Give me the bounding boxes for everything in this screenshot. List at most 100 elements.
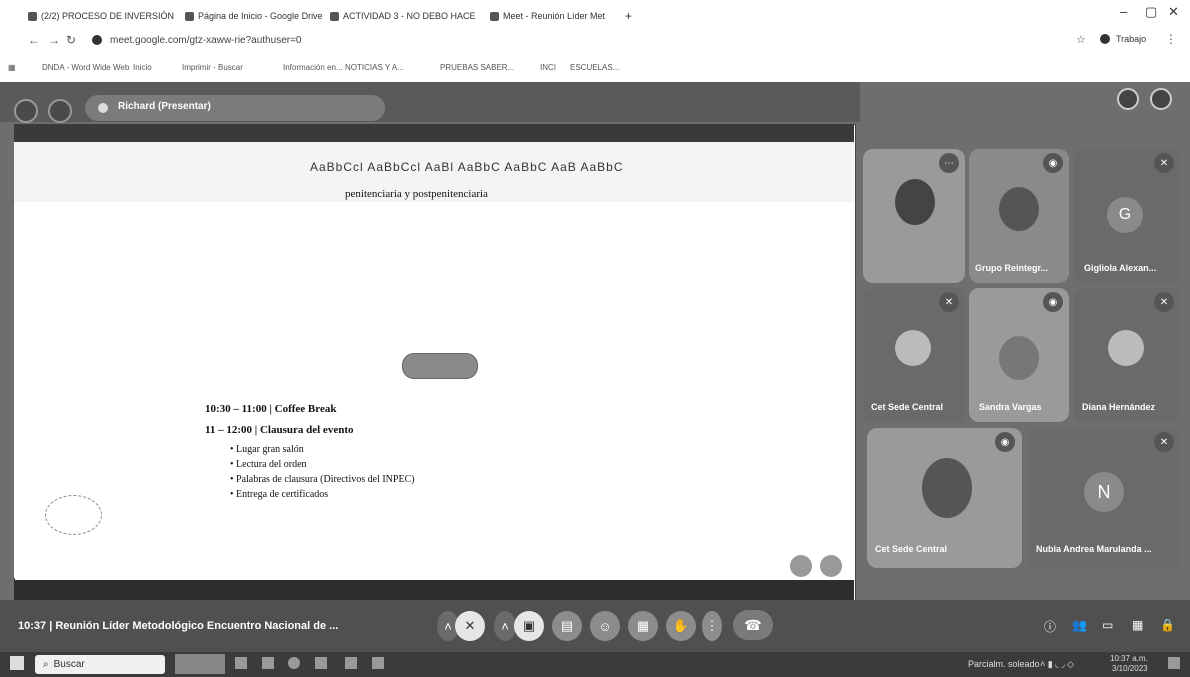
- expand-icon[interactable]: [820, 555, 842, 577]
- meeting-time: 10:37: [18, 620, 47, 632]
- reload-icon[interactable]: ↻: [66, 33, 76, 47]
- doc-top-line: penitenciaria y postpenitenciaria: [345, 188, 488, 200]
- browser-tab[interactable]: (2/2) PROCESO DE INVERSIÓN: [28, 8, 174, 24]
- maximize-icon[interactable]: ▢: [1145, 4, 1157, 20]
- activities-icon[interactable]: ▦: [1132, 618, 1143, 632]
- lock-icon[interactable]: 🔒: [1160, 618, 1175, 632]
- back-icon[interactable]: ←: [28, 33, 40, 47]
- drive-icon: [185, 11, 194, 21]
- menu-icon[interactable]: ⋮: [1165, 32, 1177, 46]
- pip-icon[interactable]: [48, 99, 72, 123]
- chat-icon[interactable]: ▭: [1102, 618, 1113, 632]
- notifications-icon[interactable]: [1168, 657, 1180, 669]
- bookmark-item[interactable]: ESCUELAS...: [570, 63, 619, 72]
- meet-icon: [490, 11, 499, 21]
- bookmark-item[interactable]: Imprimir - Buscar: [182, 63, 243, 72]
- mic-off-icon: ◉: [1043, 153, 1063, 173]
- close-icon[interactable]: ✕: [1168, 4, 1179, 20]
- mic-off-icon: ✕: [939, 292, 959, 312]
- mic-toggle-button[interactable]: ✕: [455, 611, 485, 641]
- participant-name: Gigliola Alexan...: [1084, 263, 1157, 273]
- ribbon-styles-gallery: AaBbCcl AaBbCcl AaBl AaBbC AaBbC AaB AaB…: [310, 160, 624, 174]
- present-button[interactable]: ▦: [628, 611, 658, 641]
- word-title-bar: [14, 124, 854, 142]
- participant-name: Sandra Vargas: [979, 402, 1042, 412]
- windows-start-icon[interactable]: [10, 656, 24, 670]
- participant-name: Cet Sede Central: [875, 544, 948, 554]
- tab-favicon-icon: [28, 11, 37, 21]
- participant-tile: ⋯: [863, 149, 965, 283]
- word-icon[interactable]: [345, 657, 357, 669]
- search-icon: ⌕: [43, 659, 49, 670]
- camera-options-icon[interactable]: ˄: [494, 611, 516, 641]
- mic-off-icon: ◉: [1043, 292, 1063, 312]
- shared-taskbar: [14, 580, 854, 600]
- zoom-icon[interactable]: [790, 555, 812, 577]
- search-input[interactable]: ⌕ Buscar: [35, 655, 165, 674]
- leave-call-button[interactable]: ☎: [733, 610, 773, 640]
- edit-icon[interactable]: [1117, 88, 1139, 110]
- taskview-icon[interactable]: [235, 657, 247, 669]
- file-explorer-icon[interactable]: [262, 657, 274, 669]
- profile-label[interactable]: Trabajo: [1116, 34, 1146, 44]
- participant-video: [999, 187, 1039, 231]
- participant-tile: ◉ Sandra Vargas: [969, 288, 1069, 422]
- stamp-logo: [45, 495, 102, 535]
- mic-off-icon: ◉: [995, 432, 1015, 452]
- avatar[interactable]: [1100, 34, 1110, 44]
- bookmark-item[interactable]: Información en...: [283, 63, 343, 72]
- participant-tile: ◉ Grupo Reintegr...: [969, 149, 1069, 283]
- participant-tile: ✕ Diana Hernández: [1074, 288, 1180, 422]
- browser-tab-active[interactable]: Meet - Reunión Líder Met: [490, 8, 605, 24]
- avatar: [1108, 330, 1144, 366]
- add-icon[interactable]: [1150, 88, 1172, 110]
- clock-time: 10:37 a.m.: [1110, 654, 1148, 663]
- info-icon[interactable]: ⓘ: [1044, 618, 1056, 635]
- participant-video: [895, 179, 935, 225]
- avatar: G: [1107, 197, 1143, 233]
- apps-grid-icon[interactable]: ▦: [8, 63, 16, 72]
- site-info-icon[interactable]: [92, 35, 102, 45]
- bookmark-item[interactable]: PRUEBAS SABER...: [440, 63, 514, 72]
- weather-widget[interactable]: Parcialm. soleado: [968, 659, 1040, 669]
- layout-icon[interactable]: [14, 99, 38, 123]
- participant-tile: ◉ Cet Sede Central: [867, 428, 1022, 568]
- forward-icon[interactable]: →: [48, 33, 60, 47]
- raise-hand-button[interactable]: ✋: [666, 611, 696, 641]
- bookmark-item[interactable]: INCI: [540, 63, 556, 72]
- doc-icon: [330, 11, 339, 21]
- bookmark-item[interactable]: Inicio: [133, 63, 152, 72]
- avatar: [895, 330, 931, 366]
- more-options-icon[interactable]: ⋯: [939, 153, 959, 173]
- bookmark-item[interactable]: DNDA - Word Wide Web: [42, 63, 129, 72]
- mute-indicator: [402, 353, 478, 379]
- participant-name: Diana Hernández: [1082, 402, 1156, 412]
- clock-date: 3/10/2023: [1112, 664, 1148, 673]
- url-field[interactable]: meet.google.com/gtz-xaww-rie?authuser=0: [110, 35, 301, 46]
- mic-off-icon: ✕: [1154, 432, 1174, 452]
- agenda-coffee: 10:30 – 11:00 | Coffee Break: [205, 403, 337, 415]
- minimize-icon[interactable]: –: [1120, 4, 1127, 19]
- browser-tab[interactable]: Página de Inicio - Google Drive: [185, 8, 323, 24]
- browser-tab[interactable]: ACTIVIDAD 3 - NO DEBO HACE: [330, 8, 476, 24]
- avatar: N: [1084, 472, 1124, 512]
- emoji-button[interactable]: ☺: [590, 611, 620, 641]
- new-tab-icon[interactable]: +: [625, 8, 632, 24]
- participant-name: Nubia Andrea Marulanda ...: [1036, 544, 1152, 554]
- mail-icon[interactable]: [315, 657, 327, 669]
- list-item: • Entrega de certificados: [230, 489, 329, 500]
- tray-icons[interactable]: ˄ ▮ ◟ ◞ ◇: [1040, 659, 1074, 670]
- taskbar-thumbnail[interactable]: [175, 654, 225, 674]
- presenter-name: Richard (Presentar): [118, 101, 211, 112]
- participant-tile: ✕ Cet Sede Central: [863, 288, 965, 422]
- people-icon[interactable]: 👥: [1072, 618, 1087, 632]
- chrome-icon[interactable]: [288, 657, 300, 669]
- app-icon[interactable]: [372, 657, 384, 669]
- captions-button[interactable]: ▤: [552, 611, 582, 641]
- word-document: [14, 202, 854, 578]
- bookmark-item[interactable]: NOTICIAS Y A...: [345, 63, 404, 72]
- camera-toggle-button[interactable]: ▣: [514, 611, 544, 641]
- star-icon[interactable]: ☆: [1076, 33, 1086, 46]
- participant-tile: G ✕ Gigliola Alexan...: [1074, 149, 1180, 283]
- more-options-icon[interactable]: ⋮: [702, 611, 722, 641]
